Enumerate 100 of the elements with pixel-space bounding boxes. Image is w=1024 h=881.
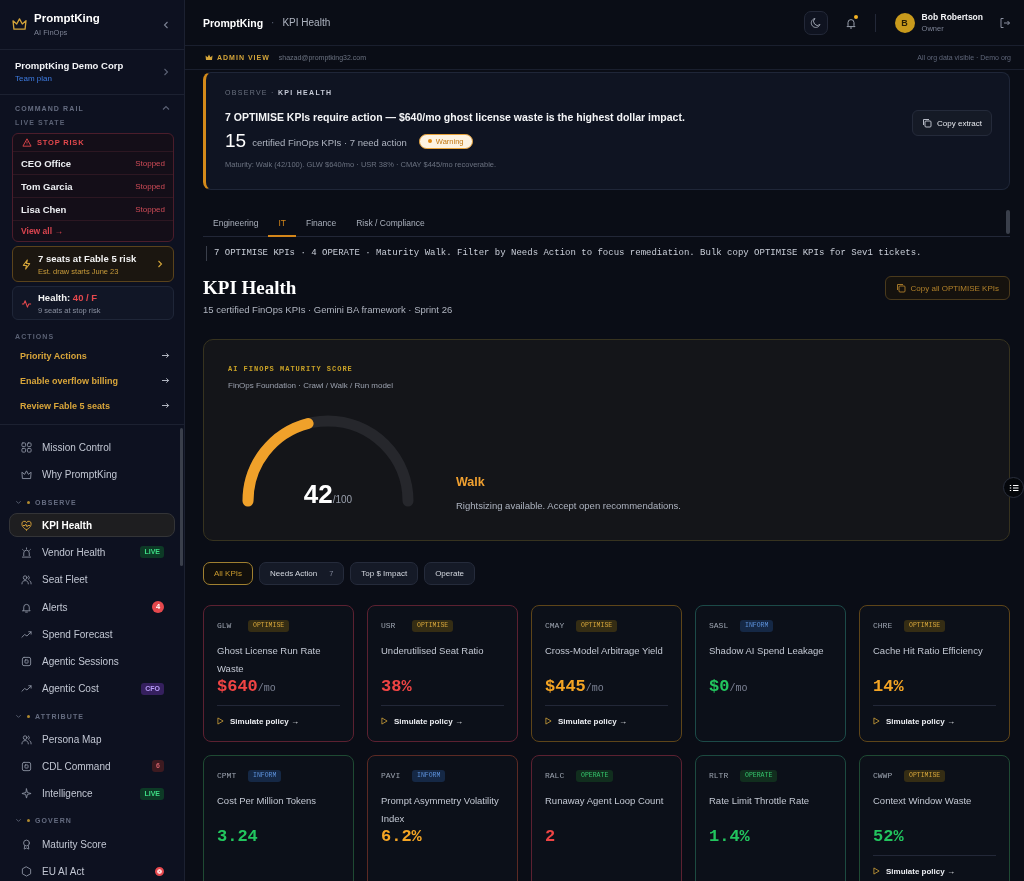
lightning-icon (21, 258, 32, 270)
kpi-value: $445 (545, 677, 586, 697)
moon-icon (809, 16, 822, 29)
kpi-code: SASL (709, 621, 730, 630)
nav-item[interactable]: KPI Health (9, 513, 175, 538)
copy-extract-button[interactable]: Copy extract (912, 110, 992, 136)
kpi-code: CHRE (873, 621, 894, 630)
nav-item[interactable]: Maturity Score (9, 832, 175, 856)
kpi-name: Prompt Asymmetry Volatility Index (381, 795, 499, 824)
kpi-name: Underutilised Seat Ratio (381, 645, 484, 656)
nav-item[interactable]: EU AI Act (9, 859, 175, 881)
play-icon (217, 717, 224, 725)
kpi-count: 15 (225, 130, 247, 152)
kpi-value: 1.4% (709, 827, 750, 847)
tab[interactable]: Engineering (203, 210, 269, 237)
play-icon (873, 867, 880, 875)
kpi-unit: /mo (257, 683, 276, 696)
brand-name: PromptKing (34, 12, 101, 25)
nav-item[interactable]: Why PromptKing (9, 462, 175, 487)
kpi-value: 2 (545, 827, 556, 847)
tab[interactable]: IT (268, 210, 296, 237)
logout-button[interactable] (999, 16, 1011, 29)
play-icon (545, 717, 552, 725)
kpi-unit: /mo (585, 683, 604, 696)
chevron-up-icon (162, 104, 170, 112)
kpi-code: GLW (217, 621, 233, 630)
page-name: KPI Health (282, 17, 331, 28)
alert-dot-icon (155, 866, 164, 876)
tab[interactable]: Risk / Compliance (346, 210, 435, 237)
play-icon (873, 717, 880, 725)
filter-chip[interactable]: All KPIs (203, 562, 253, 585)
dot-icon (27, 500, 30, 504)
kpi-value: 6.2% (381, 827, 422, 847)
dot-icon (27, 714, 30, 718)
arrow-right-icon (161, 402, 170, 409)
user-avatar[interactable]: B (894, 12, 915, 33)
action-link[interactable]: Review Fable 5 seats (0, 393, 184, 418)
plan-name: Team plan (15, 74, 53, 84)
sparkle-icon (21, 788, 32, 800)
simulate-policy-link[interactable]: Simulate policy → (217, 715, 299, 727)
trend-line-icon (21, 683, 32, 695)
simulate-policy-link[interactable]: Simulate policy → (873, 715, 955, 727)
org-switcher[interactable]: PromptKing Demo Corp Team plan (0, 50, 184, 95)
seat-status: Stopped (135, 181, 165, 191)
kpi-name: Ghost License Run Rate Waste (217, 645, 321, 674)
breadcrumb-separator: · (271, 17, 275, 28)
seat-name: CEO Office (21, 157, 72, 169)
copy-all-button[interactable]: Copy all OPTIMISE KPIs (884, 276, 1010, 300)
users-icon (21, 574, 32, 586)
kpi-code: RALC (545, 771, 566, 780)
list-icon (1008, 482, 1019, 493)
theme-toggle-button[interactable] (803, 10, 828, 35)
collapse-rail-button[interactable] (162, 104, 170, 112)
explainer-text: 7 OPTIMISE KPIs · 4 OPERATE · Maturity Walk. Filter by Needs Action to focus remediation. Bulk copy OPTIMISE KPIs for Sev1 tickets. (206, 246, 1010, 261)
simulate-policy-link[interactable]: Simulate policy → (873, 865, 955, 877)
simulate-policy-link[interactable]: Simulate policy → (381, 715, 463, 727)
kpi-code: CWWP (873, 771, 894, 780)
tab[interactable]: Finance (295, 210, 347, 237)
kpi-value: $640 (217, 677, 258, 697)
kpi-count-label: certified FinOps KPIs · 7 need action (252, 137, 407, 148)
simulate-policy-link[interactable]: Simulate policy → (545, 715, 627, 727)
kpi-code: RLTR (709, 771, 730, 780)
play-icon (381, 717, 388, 725)
maturity-stage: Walk (456, 474, 485, 490)
heart-pulse-icon (21, 519, 32, 531)
nav-item[interactable]: Mission Control (9, 435, 175, 460)
scrollbar-thumb[interactable] (1006, 210, 1010, 234)
arrow-right-icon (161, 377, 170, 384)
nav-item[interactable]: Agentic Sessions (9, 649, 175, 674)
copy-icon (922, 118, 933, 128)
view-all-link[interactable]: View all → (21, 226, 63, 236)
kpi-unit: /mo (729, 683, 748, 696)
collapse-sidebar-button[interactable] (162, 20, 170, 29)
nav-item[interactable]: Spend Forecast (9, 622, 175, 647)
notifications-button[interactable] (843, 15, 858, 30)
seat-name: Lisa Chen (21, 203, 67, 215)
warning-icon (22, 138, 32, 147)
crown-icon (21, 469, 32, 481)
action-link[interactable]: Enable overflow billing (0, 368, 184, 393)
kpi-value: 52% (873, 827, 904, 847)
kpi-value: 3.24 (217, 827, 258, 847)
filter-chip[interactable]: Operate (424, 562, 476, 585)
seat-status: Stopped (135, 204, 165, 214)
kpi-name: Shadow AI Spend Leakage (709, 645, 824, 656)
arrow-right-icon (161, 352, 170, 359)
medal-icon (21, 838, 32, 850)
kpi-value: 38% (381, 677, 412, 697)
logout-icon (999, 16, 1011, 29)
action-link[interactable]: Priority Actions (0, 343, 184, 368)
filter-chip[interactable]: Top $ Impact (350, 562, 419, 585)
nav-item[interactable]: Persona Map (9, 727, 175, 752)
nav-item[interactable]: Seat Fleet (9, 567, 175, 592)
fable-risk-title: 7 seats at Fable 5 risk (38, 252, 138, 264)
kpi-name: Rate Limit Throttle Rate (709, 795, 810, 806)
app-name: PromptKing (203, 16, 264, 29)
pulse-icon (21, 297, 32, 309)
chevron-right-icon (162, 68, 170, 76)
maturity-score-max: /100 (332, 494, 353, 507)
status-dot-icon (427, 139, 432, 143)
dot-icon (27, 819, 30, 823)
